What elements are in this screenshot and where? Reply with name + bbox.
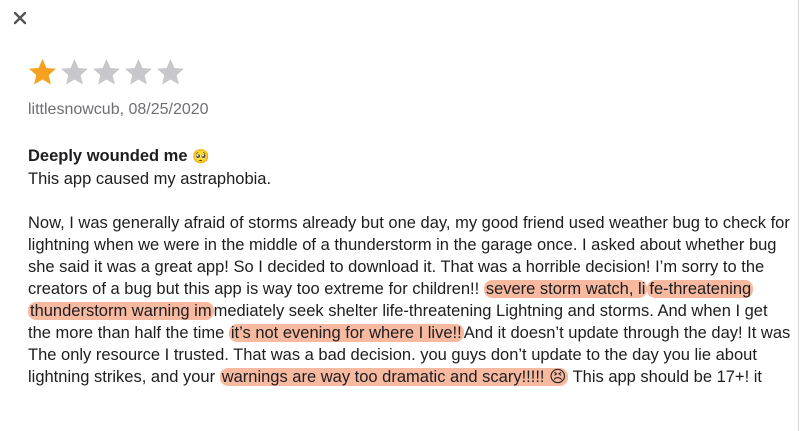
star-empty-icon xyxy=(123,57,154,88)
review-content: Deeply wounded me 🥺 This app caused my a… xyxy=(28,145,793,388)
review-intro: This app caused my astraphobia. xyxy=(28,170,272,188)
star-filled-icon xyxy=(27,57,58,88)
pleading-face-emoji: 🥺 xyxy=(192,149,210,165)
star-empty-icon xyxy=(59,57,90,88)
review-author-date: littlesnowcub, 08/25/2020 xyxy=(28,101,209,118)
review-title-text: Deeply wounded me xyxy=(28,147,188,165)
review-title: Deeply wounded me 🥺 xyxy=(28,145,793,168)
close-icon xyxy=(12,10,32,26)
star-empty-icon xyxy=(91,57,122,88)
review-panel: littlesnowcub, 08/25/2020 Deeply wounded… xyxy=(0,0,799,431)
body-text: This app should be 17+! it xyxy=(568,368,762,386)
star-empty-icon xyxy=(155,57,186,88)
highlighted-phrase: it’s not evening for where I live!! xyxy=(228,324,464,342)
star-rating xyxy=(27,57,186,88)
review-body: Now, I was generally afraid of storms al… xyxy=(28,212,793,388)
highlighted-phrase: severe storm watch, li xyxy=(483,280,648,298)
highlighted-phrase: warnings are way too dramatic and scary!… xyxy=(219,368,569,386)
close-button[interactable] xyxy=(12,10,32,30)
